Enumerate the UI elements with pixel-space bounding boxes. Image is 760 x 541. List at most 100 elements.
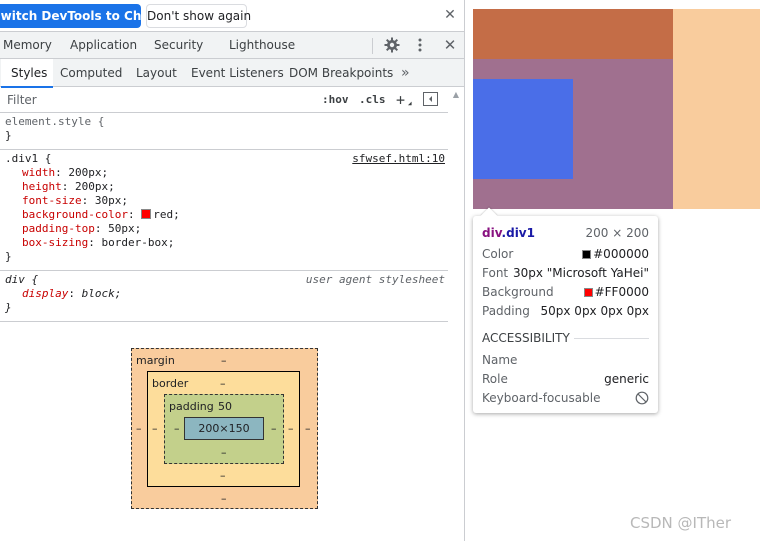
padding-top-value[interactable]: 50 [218,401,232,413]
tooltip-element-name: div.div1 200 × 200 [482,224,649,242]
declaration[interactable]: height: 200px; [5,180,444,194]
tooltip-row-role: Role generic [482,370,649,388]
more-tabs-chevron-icon[interactable]: » [401,59,410,87]
gear-icon[interactable] [383,36,401,54]
margin-left-value[interactable]: – [136,423,142,435]
margin-right-value[interactable]: – [305,423,311,435]
tooltip-row-label: Padding [482,304,530,318]
tooltip-class: .div1 [501,226,535,240]
rule-close-brace: } [5,129,12,142]
declaration[interactable]: box-sizing: border-box; [5,236,444,250]
tab-styles[interactable]: Styles [1,59,54,88]
tooltip-row-value: #FF0000 [583,283,649,301]
scroll-up-icon[interactable]: ▲ [450,89,462,101]
tooltip-color-value: #000000 [593,247,649,261]
inspect-tooltip: div.div1 200 × 200 Color #000000 Font 30… [473,207,658,413]
property-value: 30px; [94,194,128,207]
tooltip-row-background: Background #FF0000 [482,283,649,301]
tooltip-row-label: Font [482,266,509,280]
tooltip-row-padding: Padding 50px 0px 0px 0px [482,302,649,320]
tooltip-size: 200 × 200 [585,226,650,240]
accessibility-heading-label: ACCESSIBILITY [482,331,570,345]
switch-language-button[interactable]: Switch DevTools to Chinese [0,4,141,28]
tooltip-row-label: Name [482,353,518,367]
margin-bottom-value[interactable]: – [221,493,227,505]
class-toggle[interactable]: .cls [359,91,386,109]
color-swatch [583,288,593,297]
border-bottom-value[interactable]: – [220,470,226,482]
padding-left-value[interactable]: – [174,423,180,435]
section-divider [574,338,649,339]
tooltip-row-label: Keyboard-focusable [482,391,601,405]
tooltip-row-label: Role [482,372,508,386]
tab-layout[interactable]: Layout [136,59,177,87]
property-value: red; [153,208,180,221]
main-tab-strip: Memory Application Security Lighthouse ✕ [0,32,464,59]
tab-event-listeners[interactable]: Event Listeners [191,59,284,87]
rule-div1[interactable]: .div1 { sfwsef.html:10 width: 200px; hei… [0,150,448,271]
tab-application[interactable]: Application [70,32,137,59]
tooltip-background-value: #FF0000 [594,285,649,299]
padding-bottom-value[interactable]: – [221,447,227,459]
accessibility-heading: ACCESSIBILITY [482,329,649,347]
property-name: display [22,287,69,300]
styles-filter-bar: :hov .cls + ◢ [0,87,448,113]
language-banner: Switch DevTools to Chinese Don't show ag… [0,0,464,32]
margin-label: margin [136,354,175,367]
color-swatch [582,250,592,259]
property-name: box-sizing [22,236,89,249]
rule-element-style[interactable]: element.style { } [0,113,448,150]
hover-state-toggle[interactable]: :hov [322,91,349,109]
inner-blue-block [473,79,573,179]
rule-source-link[interactable]: sfwsef.html:10 [352,152,445,166]
declaration[interactable]: width: 200px; [5,166,444,180]
margin-highlight [673,9,760,209]
property-value: 200px; [68,166,109,179]
rule-close-brace: } [5,250,12,263]
close-icon[interactable]: ✕ [441,6,459,24]
new-style-rule-menu-icon: ◢ [408,100,412,107]
border-top-value[interactable]: – [220,378,226,390]
kebab-menu-icon[interactable] [411,36,429,54]
padding-right-value[interactable]: – [271,423,277,435]
tooltip-tag: div [482,226,502,240]
tab-lighthouse[interactable]: Lighthouse [229,32,295,59]
padding-highlight [473,9,673,59]
border-left-value[interactable]: – [152,423,158,435]
property-value: border-box; [101,236,175,249]
color-swatch[interactable] [141,209,152,219]
tooltip-row-value: 50px 0px 0px 0px [540,304,650,318]
close-icon[interactable]: ✕ [441,36,459,54]
style-rules-list: element.style { } .div1 { sfwsef.html:10… [0,113,448,322]
tab-dom-breakpoints[interactable]: DOM Breakpoints [289,59,393,87]
tab-computed[interactable]: Computed [60,59,122,87]
rule-close-brace: } [5,301,12,314]
toolbar-divider [372,38,373,54]
tooltip-row-keyboard-focusable: Keyboard-focusable [482,389,649,407]
sidebar-toggle-icon[interactable] [423,92,438,110]
property-name: height [22,180,62,193]
tab-security[interactable]: Security [154,32,203,59]
border-right-value[interactable]: – [288,423,294,435]
tooltip-row-font: Font 30px "Microsoft YaHei" [482,264,649,282]
tooltip-row-label: Color [482,247,514,261]
dont-show-again-button[interactable]: Don't show again [146,4,251,28]
rule-source-label: user agent stylesheet [305,273,445,286]
declaration[interactable]: display: block; [5,287,444,301]
declaration[interactable]: background-color: red; [5,208,444,222]
rule-div-user-agent[interactable]: div { user agent stylesheet display: blo… [0,271,448,322]
tab-memory[interactable]: Memory [3,32,52,59]
declaration[interactable]: padding-top: 50px; [5,222,444,236]
styles-filter-input[interactable] [3,90,311,110]
declaration[interactable]: font-size: 30px; [5,194,444,208]
tooltip-row-label: Background [482,285,554,299]
margin-top-value[interactable]: – [221,355,227,367]
tooltip-row-name: Name [482,351,649,369]
new-style-rule-button[interactable]: + [396,91,405,109]
property-name: padding-top [22,222,95,235]
devtools-panel: Switch DevTools to Chinese Don't show ag… [0,0,465,541]
watermark-text: CSDN @ITher [630,514,732,532]
tooltip-row-value: #000000 [582,245,649,263]
property-name: font-size [22,194,82,207]
box-model-content[interactable]: 200×150 [184,417,264,440]
